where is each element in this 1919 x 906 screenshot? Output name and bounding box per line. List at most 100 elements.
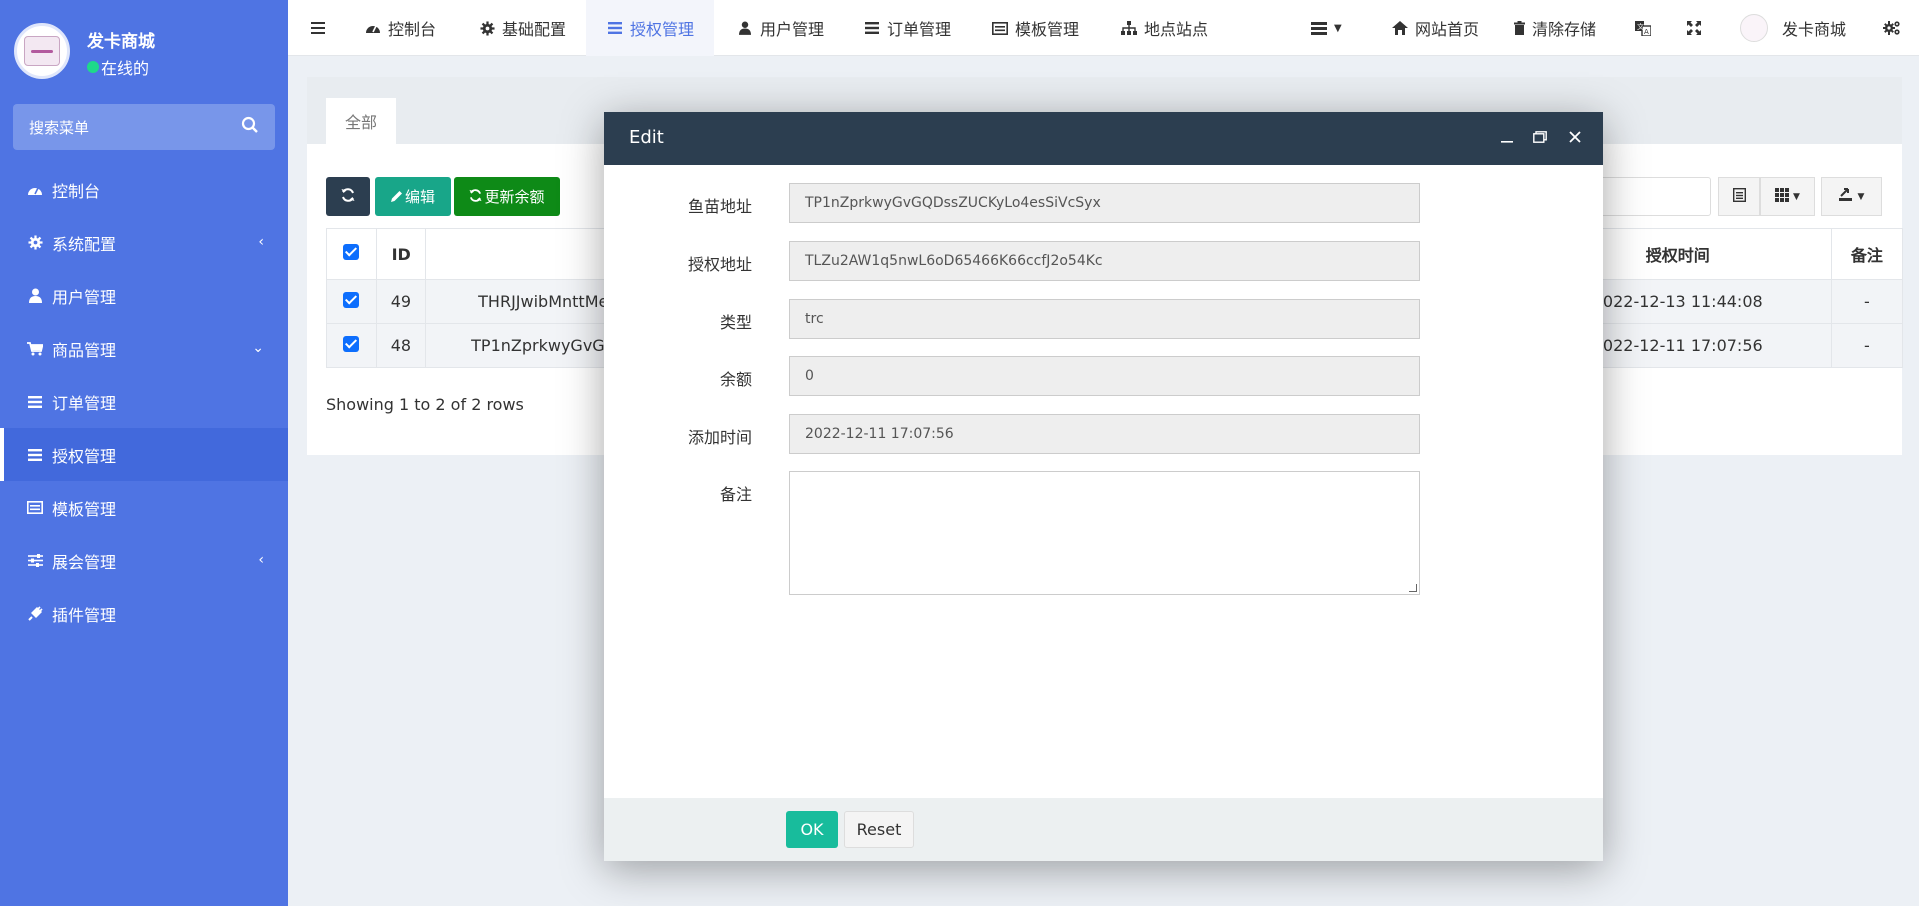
- type-label: 类型: [719, 313, 752, 332]
- maximize-button[interactable]: [1529, 126, 1551, 148]
- close-button[interactable]: [1564, 126, 1586, 148]
- modal-title: Edit: [629, 127, 664, 148]
- layout-dropdown-button[interactable]: ▼: [1310, 0, 1342, 56]
- toggle-view-button[interactable]: [1718, 177, 1760, 216]
- tab-authorization[interactable]: 授权管理: [586, 0, 714, 56]
- sliders-icon: [26, 552, 44, 570]
- sidebar-item-label: 插件管理: [52, 605, 117, 625]
- caret-down-icon: ▼: [1857, 191, 1865, 202]
- export-dropdown-button[interactable]: ▼: [1821, 177, 1882, 216]
- update-balance-button[interactable]: 更新余额: [454, 177, 560, 216]
- added-time-field[interactable]: 2022-12-11 17:07:56: [789, 414, 1420, 454]
- clear-cache-button[interactable]: 清除存储: [1512, 0, 1596, 56]
- checkbox-checked-icon: [343, 291, 360, 308]
- resize-handle-icon[interactable]: [1409, 584, 1417, 592]
- fullscreen-button[interactable]: [1685, 0, 1709, 56]
- tab-label: 地点站点: [1144, 20, 1209, 39]
- select-all-checkbox[interactable]: [326, 228, 377, 280]
- minimize-button[interactable]: [1496, 126, 1518, 148]
- sidebar-item-orders[interactable]: 订单管理: [0, 375, 288, 428]
- list-icon: [26, 446, 44, 464]
- list-icon: [1310, 19, 1328, 37]
- tab-orders[interactable]: 订单管理: [863, 0, 951, 56]
- sidebar-search-input[interactable]: 搜索菜单: [13, 104, 275, 150]
- auth-address-field[interactable]: TLZu2AW1q5nwL6oD65466K66ccfJ2o54Kc: [789, 241, 1420, 281]
- tab-sites[interactable]: 地点站点: [1120, 0, 1208, 56]
- columns-dropdown-button[interactable]: ▼: [1760, 177, 1815, 216]
- tab-all[interactable]: 全部: [326, 98, 396, 144]
- sidebar-item-label: 授权管理: [52, 446, 117, 466]
- sidebar-item-label: 展会管理: [52, 552, 117, 572]
- translate-icon: 文A: [1634, 19, 1652, 37]
- sidebar: 发卡商城 在线的 搜索菜单 控制台 系统配置 ‹ 用户管理 商品管理 ⌄ 订单管…: [0, 0, 288, 906]
- edit-button-label: 编辑: [404, 188, 435, 206]
- sidebar-search-placeholder: 搜索菜单: [29, 119, 90, 137]
- sidebar-item-products[interactable]: 商品管理 ⌄: [0, 322, 288, 375]
- fish-address-field[interactable]: TP1nZprkwyGvGQDssZUCKyLo4esSiVcSyx: [789, 183, 1420, 223]
- refresh-button[interactable]: [326, 177, 370, 216]
- row-checkbox[interactable]: [326, 279, 377, 324]
- modal-footer: OK Reset: [604, 798, 1603, 861]
- logo-icon: [24, 36, 60, 66]
- tab-templates[interactable]: 模板管理: [991, 0, 1079, 56]
- tab-label: 订单管理: [887, 20, 952, 39]
- refresh-icon: [469, 188, 483, 206]
- grid-icon: [1775, 187, 1790, 206]
- list-icon: [26, 393, 44, 411]
- sidebar-item-label: 控制台: [52, 181, 101, 201]
- sidebar-item-label: 用户管理: [52, 287, 117, 307]
- settings-button[interactable]: [1882, 0, 1906, 56]
- tab-dashboard[interactable]: 控制台: [364, 0, 436, 56]
- sidebar-item-dashboard[interactable]: 控制台: [0, 163, 288, 216]
- chevron-left-icon: ‹: [258, 552, 264, 568]
- site-home-label: 网站首页: [1415, 20, 1480, 39]
- sidebar-item-plugins[interactable]: 插件管理: [0, 587, 288, 640]
- svg-text:A: A: [1644, 28, 1649, 36]
- checkbox-checked-icon: [343, 244, 360, 260]
- sidebar-menu: 控制台 系统配置 ‹ 用户管理 商品管理 ⌄ 订单管理 授权管理 模板管理 展会…: [0, 163, 288, 640]
- column-header-id[interactable]: ID: [375, 228, 427, 280]
- added-time-label: 添加时间: [687, 428, 752, 447]
- sidebar-item-system-config[interactable]: 系统配置 ‹: [0, 216, 288, 269]
- sidebar-item-exhibitions[interactable]: 展会管理 ‹: [0, 534, 288, 587]
- edit-modal: Edit 鱼苗地址 TP1nZprkwyGvGQDssZUCKyLo4esSiV…: [604, 112, 1603, 861]
- ok-button[interactable]: OK: [786, 811, 838, 848]
- user-panel: 发卡商城 在线的: [0, 0, 288, 120]
- translate-button[interactable]: 文A: [1634, 0, 1658, 56]
- avatar[interactable]: [14, 23, 70, 79]
- user-status-text: 在线的: [101, 59, 150, 78]
- site-home-link[interactable]: 网站首页: [1391, 0, 1479, 56]
- sidebar-item-authorization[interactable]: 授权管理: [0, 428, 288, 481]
- balance-field[interactable]: 0: [789, 356, 1420, 396]
- update-balance-label: 更新余额: [484, 188, 545, 206]
- note-textarea[interactable]: [789, 471, 1420, 595]
- type-field[interactable]: trc: [789, 299, 1420, 339]
- cart-icon: [26, 340, 44, 358]
- sidebar-item-label: 订单管理: [52, 393, 117, 413]
- sidebar-item-label: 系统配置: [52, 234, 117, 254]
- tab-label: 模板管理: [1015, 20, 1080, 39]
- search-icon[interactable]: [241, 116, 261, 136]
- auth-address-label: 授权地址: [687, 255, 752, 274]
- tab-basic-config[interactable]: 基础配置: [478, 0, 566, 56]
- tab-label: 用户管理: [760, 20, 825, 39]
- user-menu[interactable]: 发卡商城: [1740, 0, 1846, 56]
- dashboard-icon: [364, 19, 382, 37]
- reset-button[interactable]: Reset: [844, 811, 914, 848]
- user-menu-name: 发卡商城: [1782, 20, 1847, 39]
- avatar: [1740, 14, 1768, 42]
- fullscreen-icon: [1685, 19, 1703, 37]
- maximize-icon: [1533, 127, 1547, 148]
- home-icon: [1391, 19, 1409, 37]
- caret-down-icon: ▼: [1793, 191, 1800, 202]
- row-checkbox[interactable]: [326, 323, 377, 368]
- edit-button[interactable]: 编辑: [375, 177, 451, 216]
- modal-header[interactable]: Edit: [604, 112, 1603, 165]
- tab-users[interactable]: 用户管理: [736, 0, 824, 56]
- sidebar-toggle-button[interactable]: [309, 0, 333, 56]
- column-header-note[interactable]: 备注: [1830, 228, 1904, 280]
- template-icon: [26, 499, 44, 517]
- fish-address-label: 鱼苗地址: [687, 197, 752, 216]
- sidebar-item-users[interactable]: 用户管理: [0, 269, 288, 322]
- sidebar-item-templates[interactable]: 模板管理: [0, 481, 288, 534]
